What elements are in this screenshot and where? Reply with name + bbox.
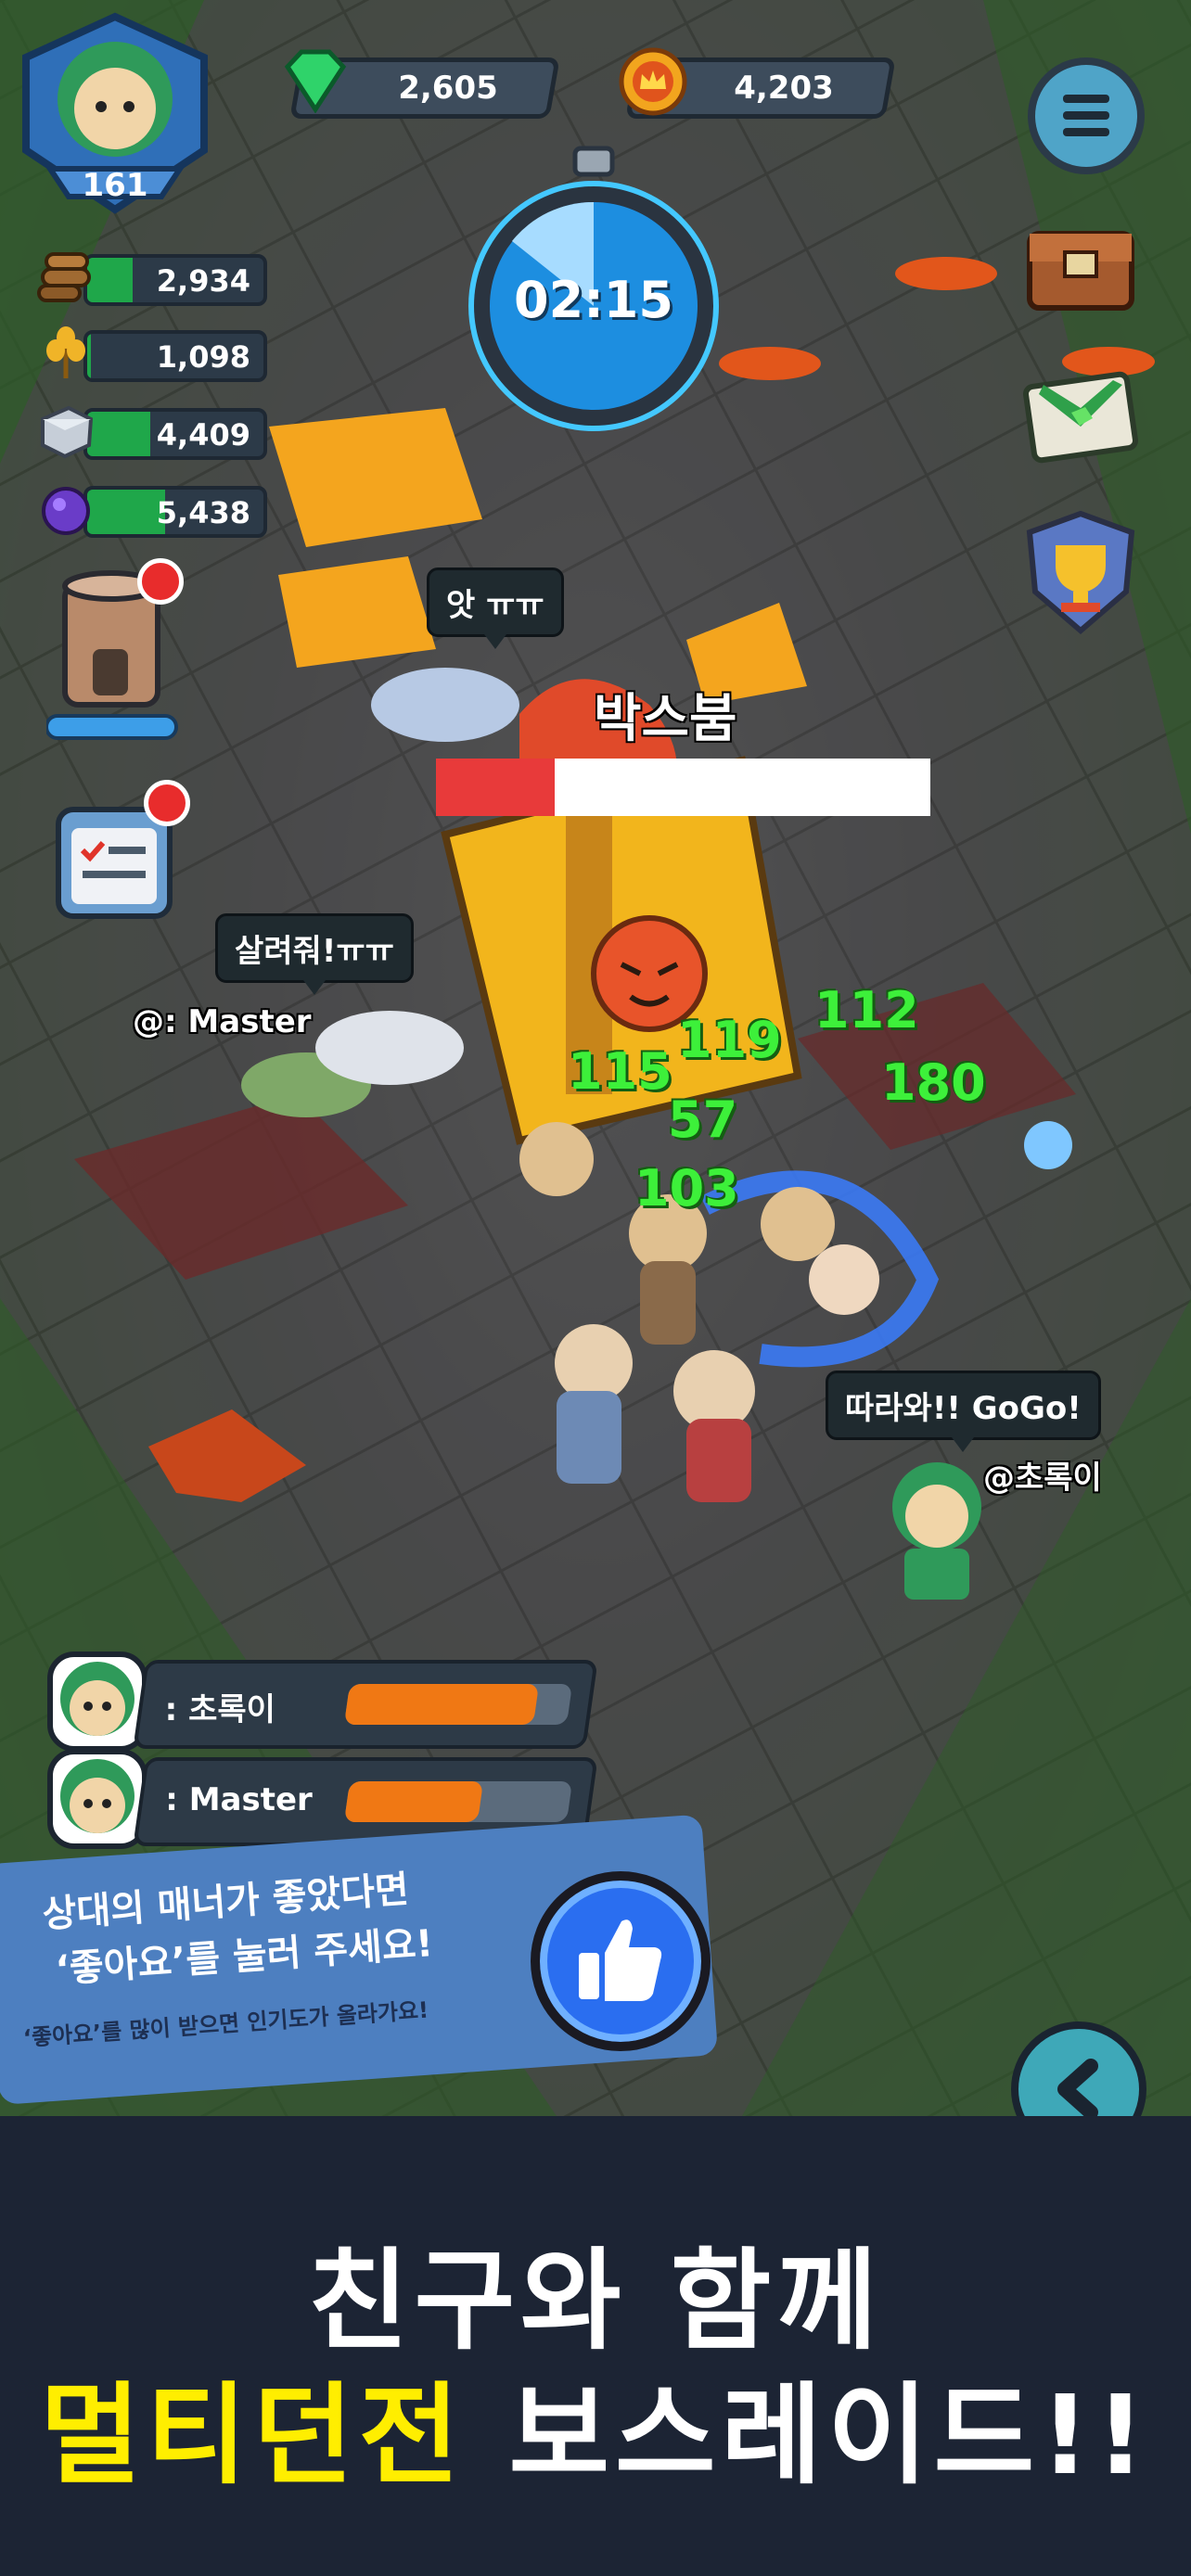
stone-block-icon: [41, 405, 94, 459]
notification-dot: [137, 558, 184, 605]
damage-number: 119: [677, 1011, 782, 1069]
timer-value: 02:15: [514, 271, 673, 329]
player-name: : Master: [165, 1781, 313, 1818]
boss-hp-bar: [436, 759, 930, 816]
resource-wheat: 1,098: [37, 325, 267, 382]
wheat-icon: [46, 326, 85, 378]
back-button[interactable]: [1011, 2021, 1146, 2116]
coin-crown-icon: [619, 47, 687, 116]
player-avatar-badge[interactable]: 161: [13, 11, 217, 215]
player-progress-bar: : 초록이: [133, 1660, 598, 1749]
gem-icon: [284, 49, 347, 113]
resource-ore: 5,438: [37, 480, 267, 538]
thumbs-up-icon: [579, 1919, 662, 2001]
damage-number: 103: [634, 1159, 739, 1218]
player-progress-fill: [343, 1781, 484, 1822]
player-level: 161: [82, 167, 148, 204]
notification-dot: [144, 780, 190, 826]
like-prompt-sub: ‘좋아요’를 많이 받으면 인기도가 올라가요!: [22, 1996, 429, 2052]
player-name: : 초록이: [164, 1691, 275, 1728]
resource-wood: 2,934: [37, 249, 267, 306]
help-speech-bubble: 살려줘!ㅠㅠ: [215, 913, 414, 995]
stopwatch-timer: 02:15: [464, 139, 724, 436]
promo-highlight: 멀티던전: [40, 2371, 466, 2499]
damage-number: 115: [568, 1042, 672, 1101]
follow-speech-bubble: 따라와!! GoGo!: [826, 1371, 1101, 1452]
purple-ore-icon: [42, 487, 90, 535]
menu-button[interactable]: [1028, 57, 1145, 174]
promo-line2: 멀티던전 보스레이드!!: [0, 2346, 1191, 2505]
damage-number: 57: [668, 1090, 738, 1149]
stone-value: 4,409: [156, 417, 250, 453]
inventory-chest-button[interactable]: [1020, 206, 1141, 317]
ore-value: 5,438: [156, 495, 250, 530]
chevron-left-icon: [1057, 2059, 1098, 2116]
boss-name: 박스붐: [594, 689, 737, 749]
trophy-shield-icon: [1026, 510, 1135, 634]
hamburger-menu-icon: [1063, 95, 1109, 136]
tower-button[interactable]: [45, 558, 186, 751]
resource-stone: 4,409: [37, 402, 267, 460]
quest-calendar-button[interactable]: [51, 780, 190, 927]
player-progress-fill: [343, 1684, 540, 1725]
chest-icon: [1027, 231, 1134, 311]
mail-button[interactable]: [1020, 357, 1141, 468]
master-tag: @: Master: [133, 1003, 312, 1040]
wheat-value: 1,098: [156, 339, 250, 375]
boss-hp-fill: [436, 759, 555, 816]
envelope-icon: [1023, 371, 1138, 464]
wood-log-icon: [37, 252, 91, 302]
player-avatar-icon: [47, 1651, 147, 1752]
damage-number: 180: [881, 1053, 986, 1112]
trophy-button[interactable]: [1020, 508, 1141, 638]
damage-number: 112: [814, 981, 919, 1039]
player-avatar-icon: [47, 1749, 147, 1849]
ally-speech-bubble: 앗 ㅠㅠ: [427, 567, 564, 649]
wood-value: 2,934: [156, 263, 250, 299]
like-button[interactable]: [531, 1871, 711, 2051]
chorok-tag: @초록이: [983, 1460, 1102, 1497]
player-row-chorok: : 초록이: [46, 1651, 603, 1753]
promo-line2-rest: 보스레이드!!: [465, 2371, 1151, 2499]
game-scene: 161 2,605 4,203 2,934 1,098 4,409 5,438 …: [0, 0, 1191, 2116]
